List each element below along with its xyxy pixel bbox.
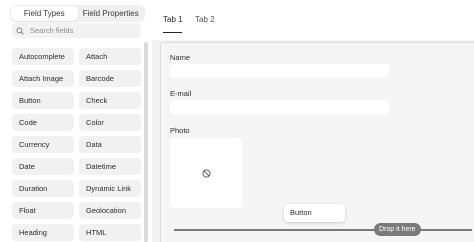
drop-indicator-line (174, 229, 472, 231)
tab-field-properties[interactable]: Field Properties (78, 6, 145, 21)
search-input[interactable] (30, 26, 140, 35)
form-canvas: Name E-mail Photo Button Drop it here (160, 42, 474, 242)
name-field[interactable] (170, 64, 389, 78)
email-field[interactable] (170, 100, 389, 114)
field-type-check[interactable]: Check (79, 92, 141, 109)
field-type-autocomplete[interactable]: Autocomplete (12, 48, 74, 65)
sidebar-tabbar: Field Types Field Properties (10, 5, 145, 22)
field-type-duration[interactable]: Duration (12, 180, 74, 197)
scrollbar-thumb[interactable] (144, 42, 148, 242)
field-type-currency[interactable]: Currency (12, 136, 74, 153)
tab-field-types[interactable]: Field Types (11, 6, 78, 21)
field-type-code[interactable]: Code (12, 114, 74, 131)
field-type-data[interactable]: Data (79, 136, 141, 153)
field-type-float[interactable]: Float (12, 202, 74, 219)
field-sidebar: Field Types Field Properties Autocomplet… (0, 0, 152, 242)
drop-indicator-label: Drop it here (374, 223, 421, 236)
field-type-color[interactable]: Color (79, 114, 141, 131)
field-type-html[interactable]: HTML (79, 224, 141, 241)
field-type-dynamic-link[interactable]: Dynamic Link (79, 180, 141, 197)
field-type-list: Autocomplete Attach Attach Image Barcode But… (12, 48, 141, 241)
name-label: Name (170, 53, 191, 62)
form-tabbar: Tab 1 Tab 2 (152, 0, 474, 40)
field-type-date[interactable]: Date (12, 158, 74, 175)
field-type-barcode[interactable]: Barcode (79, 70, 141, 87)
field-type-heading[interactable]: Heading (12, 224, 74, 241)
tab-1[interactable]: Tab 1 (163, 15, 183, 24)
field-type-button[interactable]: Button (12, 92, 74, 109)
search-icon (16, 27, 24, 35)
dragged-field-button[interactable]: Button (284, 204, 345, 222)
no-image-icon (201, 168, 211, 178)
field-type-attach[interactable]: Attach (79, 48, 141, 65)
search-box (12, 23, 141, 38)
photo-upload-area[interactable] (170, 138, 242, 208)
field-type-geolocation[interactable]: Geolocation (79, 202, 141, 219)
tab-2[interactable]: Tab 2 (195, 15, 215, 24)
sidebar-scrollbar[interactable] (144, 42, 148, 242)
active-tab-indicator (163, 32, 182, 33)
field-type-attach-image[interactable]: Attach Image (12, 70, 74, 87)
email-label: E-mail (170, 89, 192, 98)
field-type-datetime[interactable]: Datetime (79, 158, 141, 175)
photo-label: Photo (170, 126, 190, 135)
